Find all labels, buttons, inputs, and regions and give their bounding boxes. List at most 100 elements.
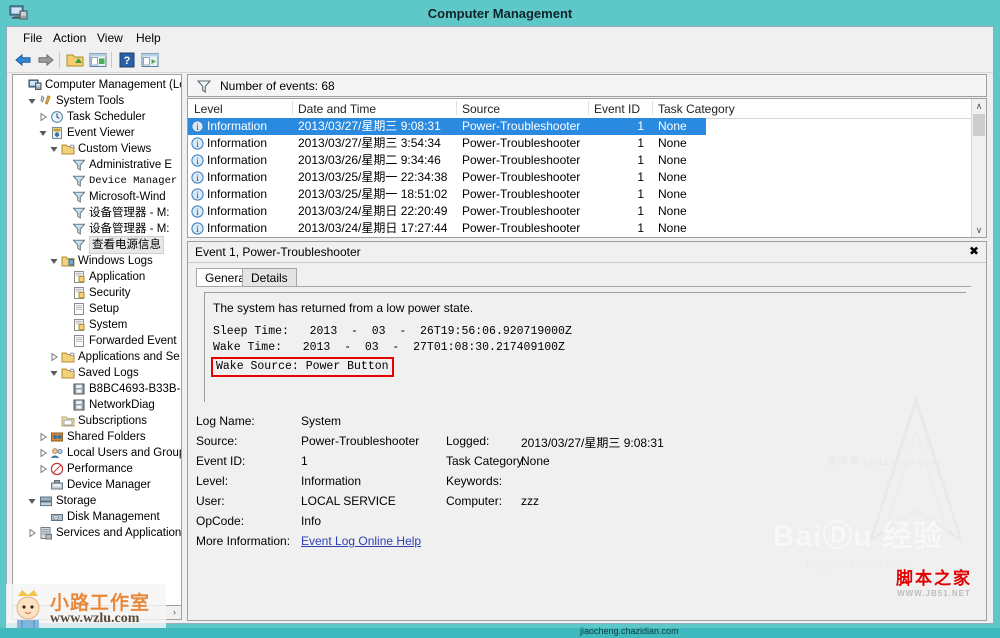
tree-item-10[interactable]: 查看电源信息 (13, 236, 181, 254)
events-vscrollbar[interactable]: ∧ ∨ (971, 99, 986, 237)
menu-action[interactable]: Action (47, 30, 92, 46)
vscroll-down-arrow[interactable]: ∨ (972, 223, 986, 237)
tree-item-label: Applications and Se (78, 351, 180, 363)
chevron-right-icon[interactable] (39, 433, 47, 441)
tree-item-8[interactable]: 设备管理器 - M: (13, 205, 181, 221)
field-value-source: Power-Troubleshooter (301, 434, 420, 448)
chevron-right-icon[interactable] (39, 113, 47, 121)
menu-help[interactable]: Help (130, 30, 167, 46)
chevron-right-icon[interactable] (50, 353, 58, 361)
tree-item-7[interactable]: Microsoft-Wind (13, 189, 181, 205)
back-icon[interactable] (13, 51, 33, 69)
cell-task-category: None (658, 204, 687, 218)
table-row[interactable]: iInformation2013/03/23/星期六 23:39:06Power… (188, 237, 972, 238)
shared-folders-icon (51, 432, 63, 442)
vscroll-up-arrow[interactable]: ∧ (972, 99, 986, 113)
column-header-level[interactable]: Level (194, 102, 223, 116)
tree-item-4[interactable]: Custom Views (13, 141, 181, 157)
field-value-computer: zzz (521, 494, 539, 508)
chevron-down-icon[interactable] (50, 145, 58, 153)
help-icon[interactable]: ? (117, 51, 137, 69)
chevron-down-icon[interactable] (28, 97, 36, 105)
tree-item-24[interactable]: Performance (13, 461, 181, 477)
field-label-log-name: Log Name: (196, 414, 255, 428)
table-row[interactable]: i Information 2013/03/27/星期三 9:08:31 Power-… (188, 118, 972, 135)
tree-item-28[interactable]: Services and Applications (13, 525, 181, 541)
column-divider-1[interactable] (292, 101, 293, 115)
column-divider-3[interactable] (588, 101, 589, 115)
tab-details[interactable]: Details (242, 268, 297, 287)
column-header-task-category[interactable]: Task Category (658, 102, 735, 116)
table-row[interactable]: i Information 2013/03/24/星期日 17:27:44 Power… (188, 220, 972, 237)
column-header-date-and-time[interactable]: Date and Time (298, 102, 376, 116)
column-divider-2[interactable] (456, 101, 457, 115)
tree-item-1[interactable]: System Tools (13, 93, 181, 109)
show-hide-action-pane-icon[interactable] (140, 51, 160, 69)
tree-item-6[interactable]: Device Manager (13, 173, 181, 189)
console-tree-hscrollbar[interactable]: ‹ › (12, 606, 182, 620)
tree-item-14[interactable]: Setup (13, 301, 181, 317)
table-row[interactable]: i Information 2013/03/24/星期日 22:20:49 Power… (188, 203, 972, 220)
tree-item-25[interactable]: Device Manager (13, 477, 181, 493)
menu-bar: File Action View Help (7, 27, 993, 48)
tree-item-2[interactable]: Task Scheduler (13, 109, 181, 125)
table-row[interactable]: i Information 2013/03/26/星期二 9:34:46 Power-… (188, 152, 972, 169)
cell-source: Power-Troubleshooter (462, 170, 581, 184)
tree-item-19[interactable]: B8BC4693-B33B- (13, 381, 181, 397)
column-divider-4[interactable] (652, 101, 653, 115)
chevron-right-icon[interactable] (28, 529, 36, 537)
hscroll-right-arrow[interactable]: › (168, 606, 181, 618)
menu-file[interactable]: File (17, 30, 48, 46)
tree-item-27[interactable]: Disk Management (13, 509, 181, 525)
tree-item-13[interactable]: Security (13, 285, 181, 301)
events-list[interactable]: Level Date and Time Source Event ID Task… (187, 98, 987, 238)
events-count-label: Number of events: 68 (220, 79, 335, 93)
chevron-down-icon[interactable] (50, 257, 58, 265)
chevron-down-icon[interactable] (39, 129, 47, 137)
watermark-arrow-decoration (868, 395, 964, 544)
tree-item-5[interactable]: Administrative E (13, 157, 181, 173)
cell-date-and-time: 2013/03/23/星期六 23:39:06 (298, 237, 447, 238)
tree-item-21[interactable]: Subscriptions (13, 413, 181, 429)
forward-icon[interactable] (36, 51, 56, 69)
tree-item-23[interactable]: Local Users and Groups (13, 445, 181, 461)
tree-item-18[interactable]: Saved Logs (13, 365, 181, 381)
tree-item-label: Setup (89, 303, 120, 315)
tree-item-15[interactable]: System (13, 317, 181, 333)
tree-item-17[interactable]: Applications and Se (13, 349, 181, 365)
chevron-right-icon[interactable] (39, 465, 47, 473)
events-rows: i Information 2013/03/27/星期三 9:08:31 Power-… (188, 118, 972, 238)
vscroll-thumb[interactable] (973, 114, 985, 136)
column-header-event-id[interactable]: Event ID (594, 102, 640, 116)
close-icon[interactable]: ✖ (969, 244, 979, 258)
tree-item-26[interactable]: Storage (13, 493, 181, 509)
up-folder-icon[interactable] (65, 51, 85, 69)
tree-item-11[interactable]: Windows Logs (13, 253, 181, 269)
filter-icon (72, 191, 86, 203)
table-row[interactable]: i Information 2013/03/27/星期三 3:54:34 Power-… (188, 135, 972, 152)
chevron-right-icon[interactable] (39, 449, 47, 457)
table-row[interactable]: i Information 2013/03/25/星期一 18:51:02 Power… (188, 186, 972, 203)
show-hide-console-tree-icon[interactable] (88, 51, 108, 69)
tree-item-16[interactable]: Forwarded Event (13, 333, 181, 349)
chevron-down-icon[interactable] (28, 497, 36, 505)
tree-item-9[interactable]: 设备管理器 - M: (13, 221, 181, 237)
watermark-baidu-sub: jingyan.baidu.com (805, 557, 911, 572)
console-tree-pane[interactable]: Computer Management (Local System Tools Ta… (12, 74, 182, 606)
cell-task-category: None (658, 237, 687, 238)
tree-item-22[interactable]: Shared Folders (13, 429, 181, 445)
event-log-online-help-link[interactable]: Event Log Online Help (301, 534, 421, 548)
tree-item-label: 设备管理器 - M: (89, 223, 170, 235)
cell-task-category: None (658, 119, 687, 133)
table-row[interactable]: i Information 2013/03/25/星期一 22:34:38 Power… (188, 169, 972, 186)
tree-item-20[interactable]: NetworkDiag (13, 397, 181, 413)
menu-view[interactable]: View (91, 30, 129, 46)
saved-log-icon (73, 399, 85, 411)
tree-item-label: Security (89, 287, 131, 299)
tree-item-12[interactable]: Application (13, 269, 181, 285)
tree-item-3[interactable]: Event Viewer (13, 125, 181, 141)
column-header-source[interactable]: Source (462, 102, 500, 116)
tree-item-0[interactable]: Computer Management (Local (13, 77, 181, 93)
hscroll-left-arrow[interactable]: ‹ (13, 606, 26, 618)
chevron-down-icon[interactable] (50, 369, 58, 377)
